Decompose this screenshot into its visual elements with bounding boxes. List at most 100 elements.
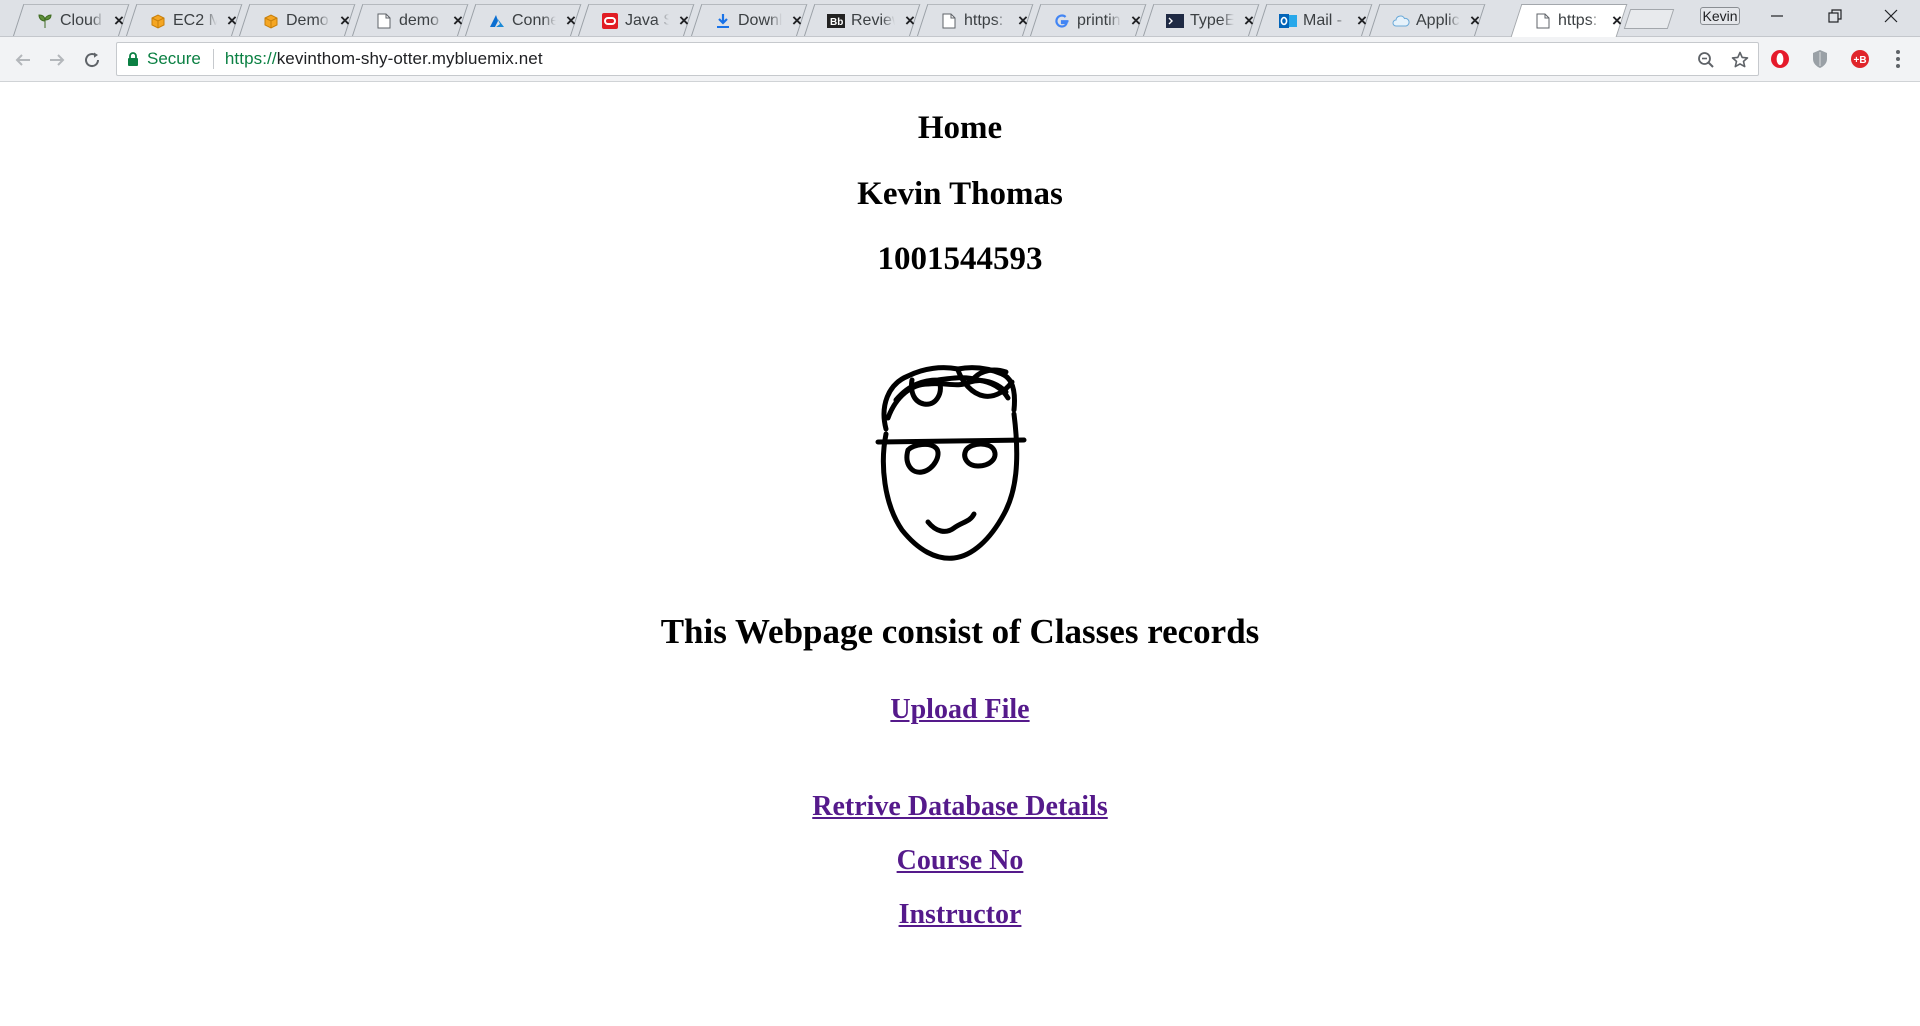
course-no-link[interactable]: Course No bbox=[897, 845, 1024, 876]
tab-title: demo bbox=[399, 11, 440, 29]
lock-icon bbox=[127, 51, 139, 67]
cloud-icon bbox=[1392, 12, 1410, 30]
close-icon[interactable]: × bbox=[564, 12, 578, 29]
new-tab-button[interactable] bbox=[1623, 9, 1675, 29]
browser-tab[interactable]: Demo × bbox=[238, 4, 356, 37]
tab-title: printin bbox=[1077, 11, 1121, 29]
retrieve-db-link-wrap: Retrive Database Details bbox=[0, 789, 1920, 825]
url-host: kevinthom-shy-otter.mybluemix.net bbox=[276, 49, 543, 68]
browser-tab[interactable]: Bb Review × bbox=[803, 4, 921, 37]
tab-title: Java S bbox=[625, 11, 669, 29]
red-extension-icon[interactable]: +B bbox=[1848, 47, 1872, 71]
browser-tab[interactable]: Mail - × bbox=[1255, 4, 1373, 37]
sprout-icon bbox=[36, 12, 54, 30]
tab-title: Applic bbox=[1416, 11, 1460, 29]
url-text[interactable]: https://kevinthom-shy-otter.mybluemix.ne… bbox=[225, 49, 543, 69]
tab-title: Downl bbox=[738, 11, 782, 29]
close-window-button[interactable] bbox=[1862, 0, 1920, 32]
secure-label: Secure bbox=[147, 49, 201, 68]
close-icon[interactable]: × bbox=[1129, 12, 1143, 29]
arrow-left-icon bbox=[15, 54, 30, 66]
close-icon[interactable]: × bbox=[1468, 12, 1482, 29]
security-indicator[interactable]: Secure bbox=[117, 48, 225, 70]
student-name: Kevin Thomas bbox=[857, 176, 1063, 212]
close-icon[interactable]: × bbox=[1355, 12, 1369, 29]
minimize-icon bbox=[1771, 15, 1783, 17]
google-icon bbox=[1053, 12, 1071, 30]
browser-tab[interactable]: Conne × bbox=[464, 4, 582, 37]
browser-tab[interactable]: EC2 M × bbox=[125, 4, 243, 37]
page-description: This Webpage consist of Classes records bbox=[660, 612, 1260, 651]
browser-tab[interactable]: TypeEr × bbox=[1142, 4, 1260, 37]
svg-text:+B: +B bbox=[1854, 55, 1867, 66]
azure-icon bbox=[488, 12, 506, 30]
close-icon[interactable]: × bbox=[1016, 12, 1030, 29]
retrieve-database-link[interactable]: Retrive Database Details bbox=[812, 791, 1107, 822]
instructor-link[interactable]: Instructor bbox=[899, 899, 1022, 930]
terminal-icon bbox=[1166, 12, 1184, 30]
tab-title: Mail - bbox=[1303, 11, 1343, 29]
menu-kebab-icon[interactable] bbox=[1886, 47, 1910, 71]
download-icon bbox=[714, 12, 732, 30]
svg-text:Bb: Bb bbox=[830, 17, 843, 28]
close-icon[interactable]: × bbox=[1242, 12, 1256, 29]
browser-tab[interactable]: demo × bbox=[351, 4, 469, 37]
browser-tab[interactable]: Downl × bbox=[690, 4, 808, 37]
arrow-right-icon bbox=[50, 54, 65, 66]
tab-title: Review bbox=[851, 11, 895, 29]
browser-toolbar: Secure https://kevinthom-shy-otter.myblu… bbox=[0, 37, 1920, 82]
shield-extension-icon[interactable] bbox=[1808, 47, 1832, 71]
tab-strip: Cloud × EC2 M × Demo × demo × Conne × Ja… bbox=[0, 0, 1920, 37]
aws-box-icon bbox=[149, 12, 167, 30]
tab-title: TypeEr bbox=[1190, 11, 1234, 29]
aws-box-icon bbox=[262, 12, 280, 30]
address-bar[interactable]: Secure https://kevinthom-shy-otter.myblu… bbox=[116, 42, 1759, 76]
browser-tab[interactable]: Applic × bbox=[1368, 4, 1486, 37]
browser-tab-active[interactable]: https: × bbox=[1510, 4, 1628, 37]
bookmark-star-icon[interactable] bbox=[1728, 48, 1752, 72]
reload-icon bbox=[85, 52, 100, 68]
outlook-icon bbox=[1279, 12, 1297, 30]
close-icon[interactable]: × bbox=[1610, 12, 1624, 29]
avatar-drawing bbox=[875, 365, 1027, 561]
tab-title: Conne bbox=[512, 11, 556, 29]
instructor-link-wrap: Instructor bbox=[0, 897, 1920, 933]
page-title: Home bbox=[917, 110, 1003, 146]
browser-tab[interactable]: Cloud × bbox=[12, 4, 130, 37]
back-button[interactable] bbox=[8, 45, 38, 75]
close-icon[interactable]: × bbox=[790, 12, 804, 29]
course-no-link-wrap: Course No bbox=[0, 843, 1920, 879]
restore-icon bbox=[1828, 9, 1842, 23]
close-icon[interactable]: × bbox=[225, 12, 239, 29]
tab-title: EC2 M bbox=[173, 11, 217, 29]
page-icon bbox=[940, 12, 958, 30]
page-icon bbox=[1534, 12, 1552, 30]
close-icon[interactable]: × bbox=[112, 12, 126, 29]
browser-tab[interactable]: Java S × bbox=[577, 4, 695, 37]
oracle-icon bbox=[601, 12, 619, 30]
browser-tab[interactable]: https: × bbox=[916, 4, 1034, 37]
url-scheme: https:// bbox=[224, 49, 277, 68]
close-icon[interactable]: × bbox=[677, 12, 691, 29]
minimize-button[interactable] bbox=[1748, 0, 1806, 32]
close-icon bbox=[1884, 9, 1898, 23]
close-icon[interactable]: × bbox=[451, 12, 465, 29]
forward-button[interactable] bbox=[42, 45, 72, 75]
student-id: 1001544593 bbox=[877, 241, 1043, 277]
blackboard-icon: Bb bbox=[827, 12, 845, 30]
profile-button[interactable]: Kevin bbox=[1700, 7, 1740, 25]
restore-button[interactable] bbox=[1806, 0, 1864, 32]
upload-file-link-wrap: Upload File bbox=[0, 692, 1920, 728]
page-icon bbox=[375, 12, 393, 30]
tab-title: https: bbox=[1558, 11, 1598, 29]
page-content: Home Kevin Thomas 1001544593 This Webpag… bbox=[0, 82, 1920, 1026]
tab-title: Demo bbox=[286, 11, 329, 29]
zoom-icon[interactable] bbox=[1694, 48, 1718, 72]
tab-title: https: bbox=[964, 11, 1004, 29]
close-icon[interactable]: × bbox=[338, 12, 352, 29]
reload-button[interactable] bbox=[77, 45, 107, 75]
upload-file-link[interactable]: Upload File bbox=[890, 694, 1029, 725]
close-icon[interactable]: × bbox=[903, 12, 917, 29]
browser-tab[interactable]: printin × bbox=[1029, 4, 1147, 37]
opera-extension-icon[interactable] bbox=[1768, 47, 1792, 71]
